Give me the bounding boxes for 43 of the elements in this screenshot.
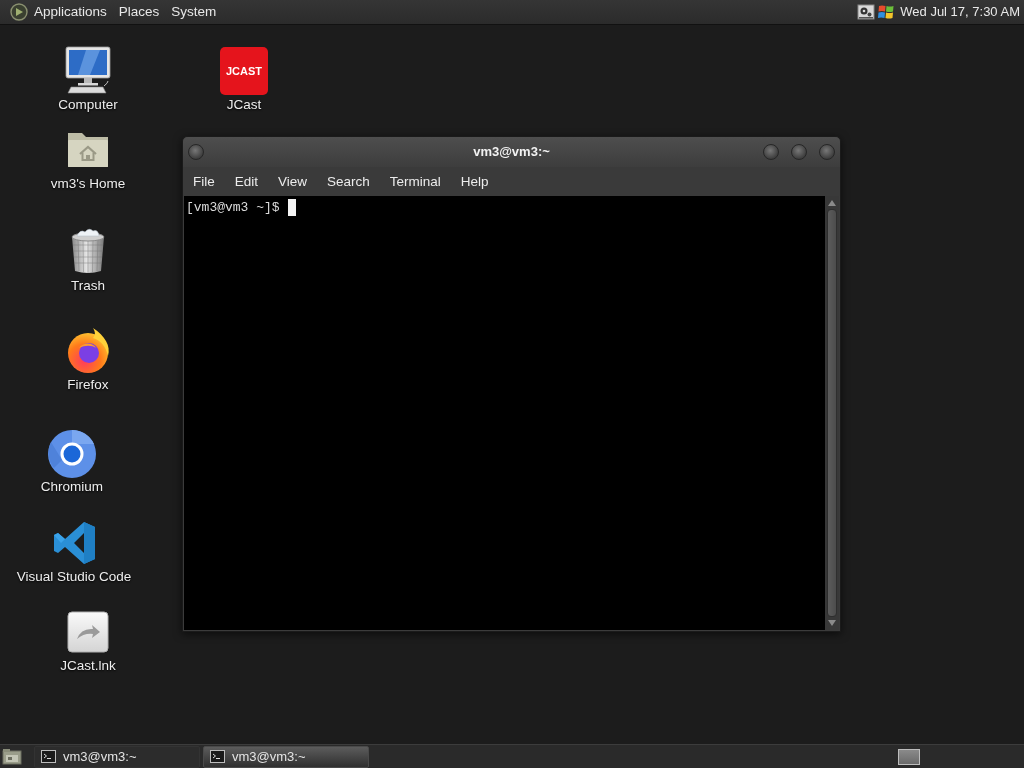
scroll-down-arrow-icon[interactable]: [828, 620, 836, 626]
desktop-icon-label[interactable]: JCast: [224, 97, 264, 113]
maximize-button[interactable]: [791, 144, 807, 160]
menu-item[interactable]: Terminal: [379, 171, 451, 192]
show-desktop-icon[interactable]: [2, 747, 22, 766]
menu-item[interactable]: Edit: [224, 171, 269, 192]
play-circle-icon[interactable]: [10, 3, 28, 21]
scroll-up-arrow-icon[interactable]: [828, 200, 836, 206]
clock[interactable]: Wed Jul 17, 7:30 AM: [895, 2, 1024, 22]
terminal-console[interactable]: [vm3@vm3 ~]$: [184, 196, 825, 630]
desktop-icon-label[interactable]: Firefox: [65, 377, 111, 393]
gear-box-icon[interactable]: [857, 3, 876, 21]
ribbon-logo-icon[interactable]: [52, 521, 96, 565]
panel-menu[interactable]: System: [165, 2, 223, 22]
menu-item[interactable]: Search: [317, 171, 380, 192]
taskbar-window-button[interactable]: vm3@vm3:~: [203, 745, 369, 768]
panel-menu[interactable]: Applications: [28, 2, 113, 22]
close-button[interactable]: [819, 144, 835, 160]
four-tile-flag-icon[interactable]: [877, 3, 896, 21]
desktop-icon-label[interactable]: Trash: [69, 278, 107, 294]
terminal-icon: [41, 750, 56, 763]
desktop-icon-label[interactable]: vm3's Home: [48, 176, 128, 192]
window-menu-button[interactable]: [188, 144, 204, 160]
text-cursor: [287, 199, 296, 216]
menu-item[interactable]: Help: [450, 171, 499, 192]
taskbar-window-button[interactable]: vm3@vm3:~: [34, 745, 200, 768]
desktop-icon-label[interactable]: Chromium: [38, 479, 106, 495]
terminal-icon: [210, 750, 225, 763]
ring-globe-icon[interactable]: [48, 430, 96, 478]
prompt-text: [vm3@vm3 ~]$: [186, 200, 280, 215]
app-logo[interactable]: JCAST: [220, 47, 268, 95]
menu-item[interactable]: View: [268, 171, 318, 192]
flame-globe-icon[interactable]: [65, 326, 111, 374]
panel-menu[interactable]: Places: [112, 2, 166, 22]
menu-item[interactable]: File: [183, 171, 225, 192]
scrollbar-thumb[interactable]: [827, 209, 837, 617]
computer-icon[interactable]: [64, 45, 112, 95]
desktop-icon-label[interactable]: Computer: [56, 97, 120, 113]
window-title: vm3@vm3:~: [473, 143, 550, 162]
desktop-icon-label[interactable]: JCast.lnk: [58, 658, 118, 674]
workspace-switcher[interactable]: [898, 748, 920, 765]
minimize-button[interactable]: [763, 144, 779, 160]
desktop-icon-label[interactable]: Visual Studio Code: [14, 569, 134, 585]
